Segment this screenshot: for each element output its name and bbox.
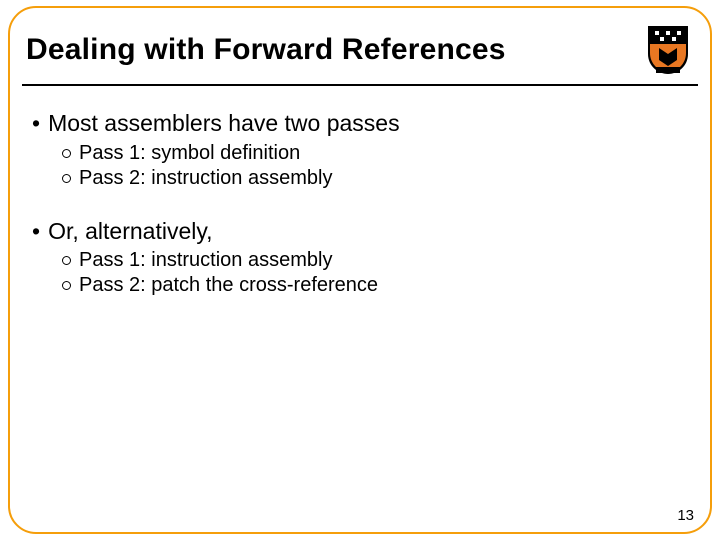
bullet-text: Pass 2: patch the cross-reference bbox=[79, 274, 378, 297]
content-area: • Most assemblers have two passes Pass 1… bbox=[32, 100, 680, 297]
bullet-level2: Pass 2: instruction assembly bbox=[62, 167, 680, 190]
bullet-ring-icon bbox=[62, 281, 71, 290]
bullet-text: Pass 1: instruction assembly bbox=[79, 249, 332, 272]
bullet-level1: • Most assemblers have two passes bbox=[32, 110, 680, 138]
bullet-text: Pass 2: instruction assembly bbox=[79, 167, 332, 190]
bullet-ring-icon bbox=[62, 149, 71, 158]
sub-list: Pass 1: symbol definition Pass 2: instru… bbox=[62, 142, 680, 190]
bullet-level2: Pass 1: instruction assembly bbox=[62, 249, 680, 272]
princeton-shield-icon bbox=[646, 24, 690, 76]
sub-list: Pass 1: instruction assembly Pass 2: pat… bbox=[62, 249, 680, 297]
bullet-text: Or, alternatively, bbox=[48, 218, 212, 246]
bullet-level1: • Or, alternatively, bbox=[32, 218, 680, 246]
bullet-level2: Pass 1: symbol definition bbox=[62, 142, 680, 165]
slide: Dealing with Forward References • Most a… bbox=[0, 0, 720, 540]
bullet-ring-icon bbox=[62, 174, 71, 183]
bullet-dot-icon: • bbox=[32, 218, 40, 246]
title-area: Dealing with Forward References bbox=[22, 20, 698, 86]
bullet-level2: Pass 2: patch the cross-reference bbox=[62, 274, 680, 297]
bullet-text: Pass 1: symbol definition bbox=[79, 142, 300, 165]
slide-title: Dealing with Forward References bbox=[26, 33, 506, 67]
bullet-dot-icon: • bbox=[32, 110, 40, 138]
bullet-ring-icon bbox=[62, 256, 71, 265]
page-number: 13 bbox=[677, 507, 694, 524]
bullet-text: Most assemblers have two passes bbox=[48, 110, 400, 138]
